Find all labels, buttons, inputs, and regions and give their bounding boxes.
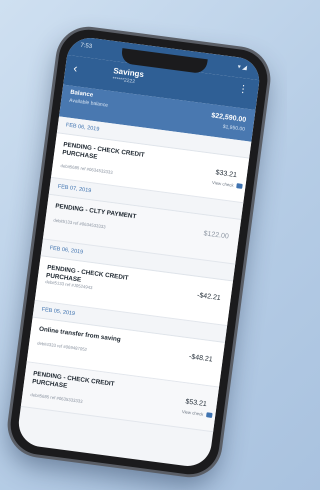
transaction-amount: -$42.21 xyxy=(196,291,222,303)
transaction-amount: $122.00 xyxy=(203,230,230,241)
phone-device: 7:53 ▾ ◢ ‹ Savings ******2222 ⋮ Balance … xyxy=(6,26,272,478)
transaction-amount: $53.21 xyxy=(184,398,208,409)
available-balance-label: Available balance xyxy=(68,97,109,109)
balance-amount: $22,590.00 xyxy=(210,112,247,124)
available-balance-amount: $1,950.00 xyxy=(222,123,246,133)
status-time: 7:53 xyxy=(80,42,93,51)
transaction-list[interactable]: FEB 06, 2019 PENDING - CHECK CREDIT PURC… xyxy=(16,116,252,468)
view-check-link[interactable]: View check xyxy=(182,409,204,417)
transaction-reference: debit5685 ref #0634533333 xyxy=(60,163,114,175)
transaction-description: PENDING - CHECK CREDIT PURCHASE xyxy=(45,264,129,284)
transaction-amount: -$48.21 xyxy=(188,353,213,364)
phone-screen: 7:53 ▾ ◢ ‹ Savings ******2222 ⋮ Balance … xyxy=(15,35,263,469)
transaction-reference: debit5133 ref #0634533333 xyxy=(53,217,106,230)
back-icon[interactable]: ‹ xyxy=(73,61,79,75)
transaction-amount: $33.21 xyxy=(215,169,238,180)
signal-icon: ▾ ◢ xyxy=(237,64,248,72)
check-image-icon[interactable] xyxy=(236,183,243,189)
scene-background: 7:53 ▾ ◢ ‹ Savings ******2222 ⋮ Balance … xyxy=(0,0,287,490)
transaction-reference: debit4333 ref #069487052 xyxy=(36,340,88,353)
transaction-reference: debit5685 ref #0635333333 xyxy=(30,392,83,404)
check-image-icon[interactable] xyxy=(206,412,213,418)
view-check-link[interactable]: View check xyxy=(212,180,234,188)
more-icon[interactable]: ⋮ xyxy=(237,84,248,96)
